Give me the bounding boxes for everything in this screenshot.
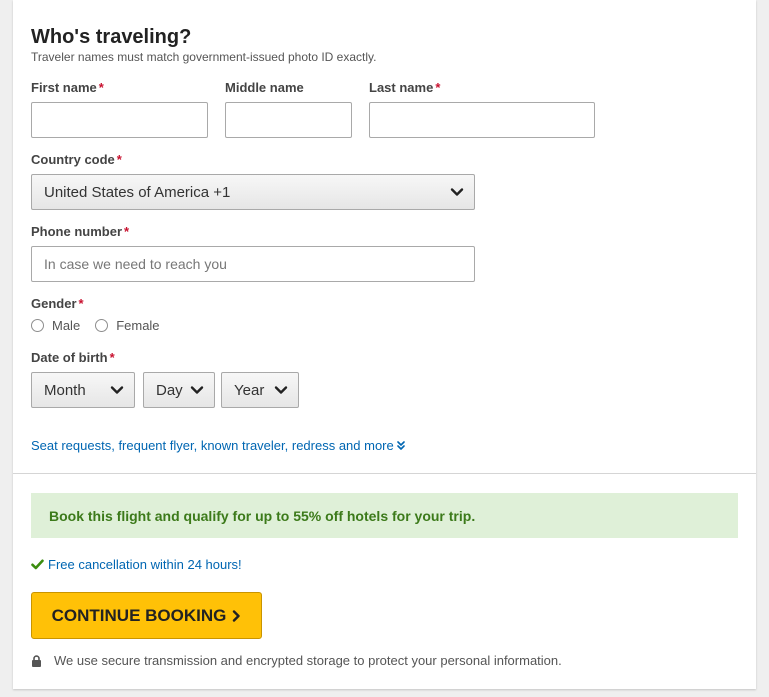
chevron-down-icon: [450, 188, 464, 196]
secure-transmission-note: We use secure transmission and encrypted…: [31, 653, 562, 668]
dob-month-value: Month: [44, 381, 86, 399]
gender-female-radio[interactable]: [95, 319, 109, 332]
chevron-down-icon: [190, 386, 204, 394]
gender-female-label[interactable]: Female: [116, 318, 159, 333]
country-code-label: Country code *: [31, 152, 122, 167]
required-marker: *: [116, 152, 122, 167]
gender-radio-group: Male Female: [31, 318, 160, 333]
dob-year-select[interactable]: Year: [221, 372, 299, 408]
middle-name-input[interactable]: [225, 102, 352, 138]
dob-day-select[interactable]: Day: [143, 372, 215, 408]
dob-month-select[interactable]: Month: [31, 372, 135, 408]
checkmark-icon: [31, 559, 44, 570]
required-marker: *: [124, 224, 130, 239]
country-code-select[interactable]: United States of America +1: [31, 174, 475, 210]
required-marker: *: [109, 350, 115, 365]
gender-male-radio[interactable]: [31, 319, 44, 332]
dob-year-value: Year: [234, 381, 265, 399]
more-options-label[interactable]: Seat requests, frequent flyer, known tra…: [31, 438, 394, 453]
section-divider: [13, 473, 756, 474]
chevron-right-icon: [233, 609, 241, 622]
chevron-down-icon: [110, 386, 124, 394]
secure-transmission-text: We use secure transmission and encrypted…: [54, 653, 562, 668]
hotel-promo-banner: Book this flight and qualify for up to 5…: [31, 493, 738, 538]
more-options-link[interactable]: Seat requests, frequent flyer, known tra…: [31, 438, 405, 453]
required-marker: *: [98, 80, 104, 95]
lock-icon: [32, 654, 41, 667]
gender-male-label[interactable]: Male: [52, 318, 80, 333]
phone-number-label: Phone number *: [31, 224, 130, 239]
section-subtitle: Traveler names must match government-iss…: [31, 50, 377, 64]
double-chevron-down-icon: [396, 441, 405, 450]
section-title: Who's traveling?: [31, 26, 192, 48]
free-cancellation-text: Free cancellation within 24 hours!: [48, 557, 242, 572]
continue-booking-label: CONTINUE BOOKING: [51, 605, 227, 625]
gender-label: Gender *: [31, 296, 84, 311]
phone-number-input[interactable]: [31, 246, 475, 282]
chevron-down-icon: [274, 386, 288, 394]
free-cancellation-note: Free cancellation within 24 hours!: [31, 557, 242, 572]
continue-booking-button[interactable]: CONTINUE BOOKING: [31, 592, 262, 639]
traveler-info-card: Who's traveling? Traveler names must mat…: [13, 0, 756, 689]
first-name-label: First name *: [31, 80, 104, 95]
last-name-input[interactable]: [369, 102, 595, 138]
required-marker: *: [78, 296, 84, 311]
dob-day-value: Day: [156, 381, 183, 399]
last-name-label: Last name *: [369, 80, 441, 95]
hotel-promo-text: Book this flight and qualify for up to 5…: [49, 507, 476, 524]
date-of-birth-label: Date of birth *: [31, 350, 115, 365]
middle-name-label: Middle name: [225, 80, 304, 95]
country-code-value: United States of America +1: [44, 183, 231, 201]
first-name-input[interactable]: [31, 102, 208, 138]
required-marker: *: [435, 80, 441, 95]
